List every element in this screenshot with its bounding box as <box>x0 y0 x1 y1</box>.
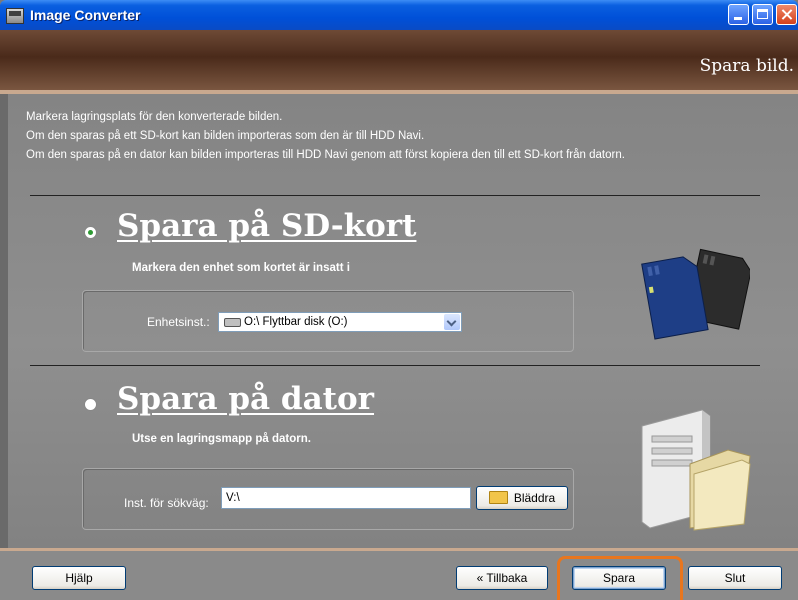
back-button[interactable]: « Tillbaka <box>456 566 548 590</box>
device-label: Enhetsinst.: <box>147 315 210 329</box>
maximize-button[interactable] <box>752 4 773 25</box>
path-input[interactable]: V:\ <box>221 487 471 509</box>
sd-card-radio[interactable] <box>84 226 97 239</box>
folder-icon <box>488 491 508 505</box>
drive-icon <box>224 318 241 327</box>
path-label: Inst. för sökväg: <box>124 496 209 510</box>
close-button[interactable] <box>776 4 797 25</box>
instruction-line-2: Om den sparas på ett SD-kort kan bilden … <box>26 130 425 142</box>
path-input-value: V:\ <box>226 492 240 504</box>
minimize-button[interactable] <box>728 4 749 25</box>
chevron-down-icon[interactable] <box>444 314 460 330</box>
bottom-divider <box>0 548 798 551</box>
device-select[interactable]: O:\ Flyttbar disk (O:) <box>218 312 462 332</box>
header-banner: Spara bild. <box>0 30 798 90</box>
section-divider <box>30 365 760 366</box>
window-title: Image Converter <box>30 7 141 23</box>
sd-card-option-subtitle: Markera den enhet som kortet är insatt i <box>132 262 350 274</box>
instruction-line-3: Om den sparas på en dator kan bilden imp… <box>26 149 625 161</box>
browse-button[interactable]: Bläddra <box>476 486 568 510</box>
help-button[interactable]: Hjälp <box>32 566 126 590</box>
device-select-value: O:\ Flyttbar disk (O:) <box>244 316 348 328</box>
instruction-line-1: Markera lagringsplats för den konvertera… <box>26 111 283 123</box>
sd-card-illustration <box>641 248 750 340</box>
pc-option-title[interactable]: Spara på dator <box>117 381 374 417</box>
section-divider <box>30 195 760 196</box>
pc-option-subtitle: Utse en lagringsmapp på datorn. <box>132 433 311 445</box>
sd-card-option-title[interactable]: Spara på SD-kort <box>117 208 416 244</box>
exit-button[interactable]: Slut <box>688 566 782 590</box>
browse-button-label: Bläddra <box>513 491 556 505</box>
save-button[interactable]: Spara <box>572 566 666 590</box>
title-bar: Image Converter <box>0 0 798 30</box>
pc-radio[interactable] <box>84 398 97 411</box>
computer-folder-illustration <box>641 409 751 531</box>
banner-title: Spara bild. <box>699 56 794 76</box>
app-icon <box>6 8 24 24</box>
